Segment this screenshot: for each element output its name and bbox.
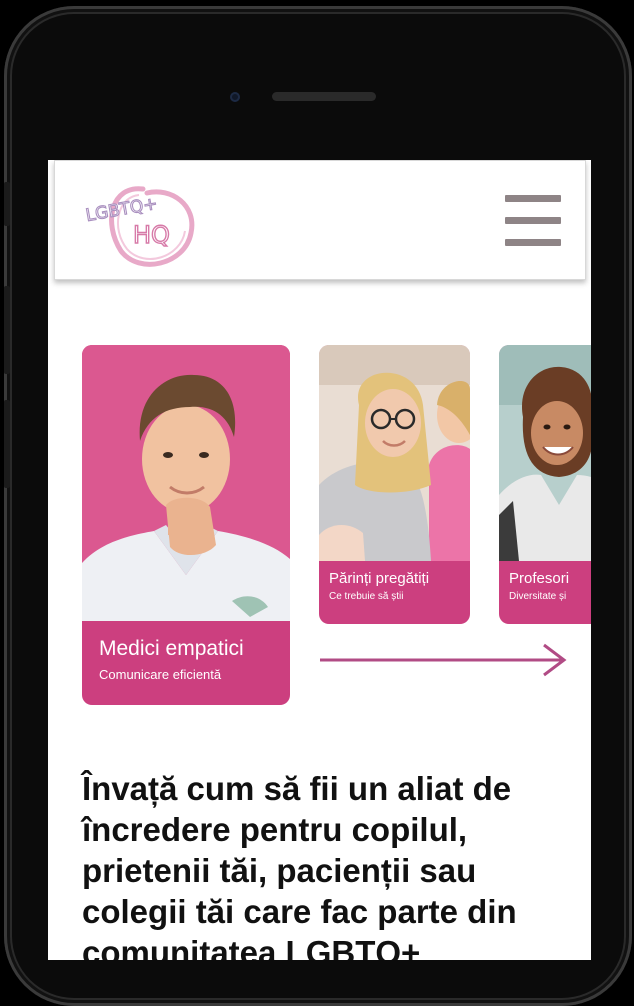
volume-down-button <box>4 400 10 488</box>
site-logo[interactable]: LGBTQ+ HQ <box>81 167 201 273</box>
arrow-right-icon[interactable] <box>318 642 570 678</box>
main-headline: Învață cum să fii un aliat de încredere … <box>82 770 517 960</box>
volume-up-button <box>4 286 10 374</box>
card-subtitle: Comunicare eficientă <box>99 667 222 682</box>
card-title: Părinți pregătiți <box>329 570 430 587</box>
card-medici[interactable]: Medici empatici Comunicare eficientă <box>82 345 290 705</box>
card-subtitle: Ce trebuie să știi <box>329 591 404 602</box>
hamburger-menu-icon[interactable] <box>505 195 561 249</box>
card-subtitle: Diversitate și <box>509 591 567 602</box>
card-parinti[interactable]: Părinți pregătiți Ce trebuie să știi <box>319 345 470 624</box>
earpiece-speaker <box>272 92 376 101</box>
front-camera <box>230 92 240 102</box>
card-profesori[interactable]: Profesori Diversitate și <box>499 345 591 624</box>
card-photo-parents <box>319 345 470 561</box>
phone-screen: LGBTQ+ HQ Medici empatici Comunicare efi… <box>48 160 591 960</box>
site-header: LGBTQ+ HQ <box>54 160 586 280</box>
card-title: Medici empatici <box>99 637 244 660</box>
card-photo-doctor <box>82 345 290 621</box>
card-photo-teacher <box>499 345 591 561</box>
logo-text-main: HQ <box>133 221 170 249</box>
card-title: Profesori <box>509 570 570 587</box>
mute-switch <box>4 182 10 226</box>
